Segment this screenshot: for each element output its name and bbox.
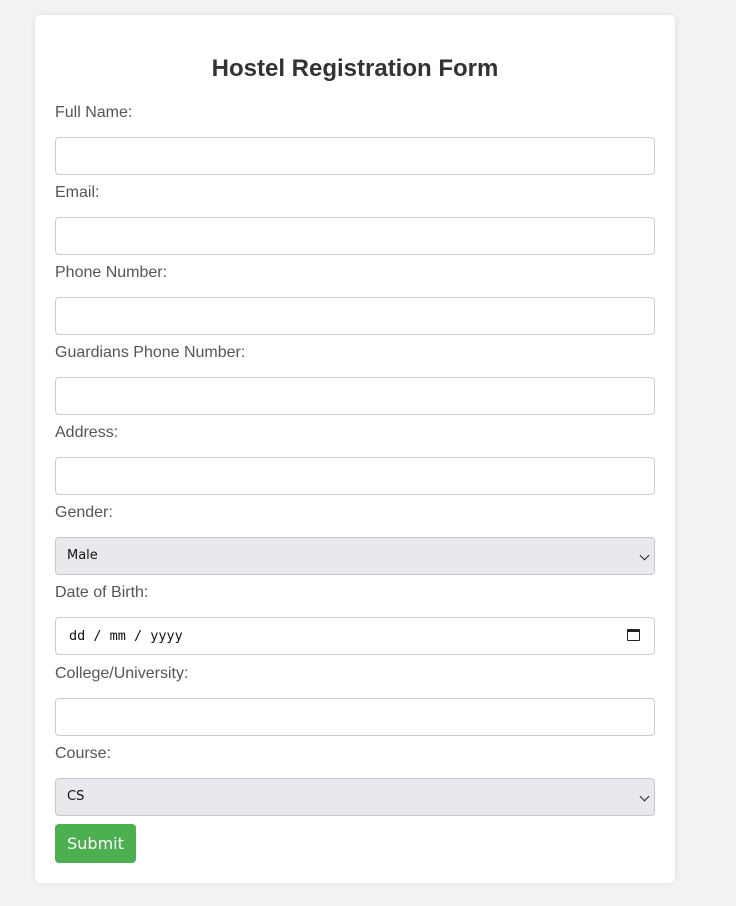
address-label: Address: — [55, 424, 119, 441]
email-input[interactable] — [55, 217, 655, 255]
email-field: Email: — [55, 184, 655, 255]
gender-field: Gender: Male — [55, 504, 655, 575]
address-input[interactable] — [55, 457, 655, 495]
gender-selected-value: Male — [67, 548, 98, 563]
phone-field: Phone Number: — [55, 264, 655, 335]
guardian-phone-field: Guardians Phone Number: — [55, 344, 655, 415]
calendar-icon[interactable] — [627, 629, 640, 641]
chevron-down-icon — [639, 791, 650, 802]
guardian-phone-input[interactable] — [55, 377, 655, 415]
email-label: Email: — [55, 184, 100, 201]
submit-button[interactable]: Submit — [55, 824, 136, 863]
college-field: College/University: — [55, 665, 655, 736]
course-selected-value: CS — [67, 789, 85, 804]
address-field: Address: — [55, 424, 655, 495]
course-select[interactable]: CS — [55, 778, 655, 816]
phone-label: Phone Number: — [55, 264, 168, 281]
gender-label: Gender: — [55, 504, 113, 521]
registration-form-card: Hostel Registration Form Full Name: Emai… — [35, 15, 675, 883]
full-name-field: Full Name: — [55, 104, 655, 175]
course-field: Course: CS — [55, 745, 655, 816]
gender-select[interactable]: Male — [55, 537, 655, 575]
form-title: Hostel Registration Form — [211, 55, 499, 82]
chevron-down-icon — [639, 550, 650, 561]
dob-placeholder: dd / mm / yyyy — [69, 628, 183, 644]
dob-input[interactable]: dd / mm / yyyy — [55, 617, 655, 655]
dob-label: Date of Birth: — [55, 584, 149, 601]
full-name-input[interactable] — [55, 137, 655, 175]
full-name-label: Full Name: — [55, 104, 133, 121]
college-label: College/University: — [55, 665, 189, 682]
course-label: Course: — [55, 745, 112, 762]
phone-input[interactable] — [55, 297, 655, 335]
dob-field: Date of Birth: dd / mm / yyyy — [55, 584, 655, 655]
college-input[interactable] — [55, 698, 655, 736]
guardian-phone-label: Guardians Phone Number: — [55, 344, 246, 361]
